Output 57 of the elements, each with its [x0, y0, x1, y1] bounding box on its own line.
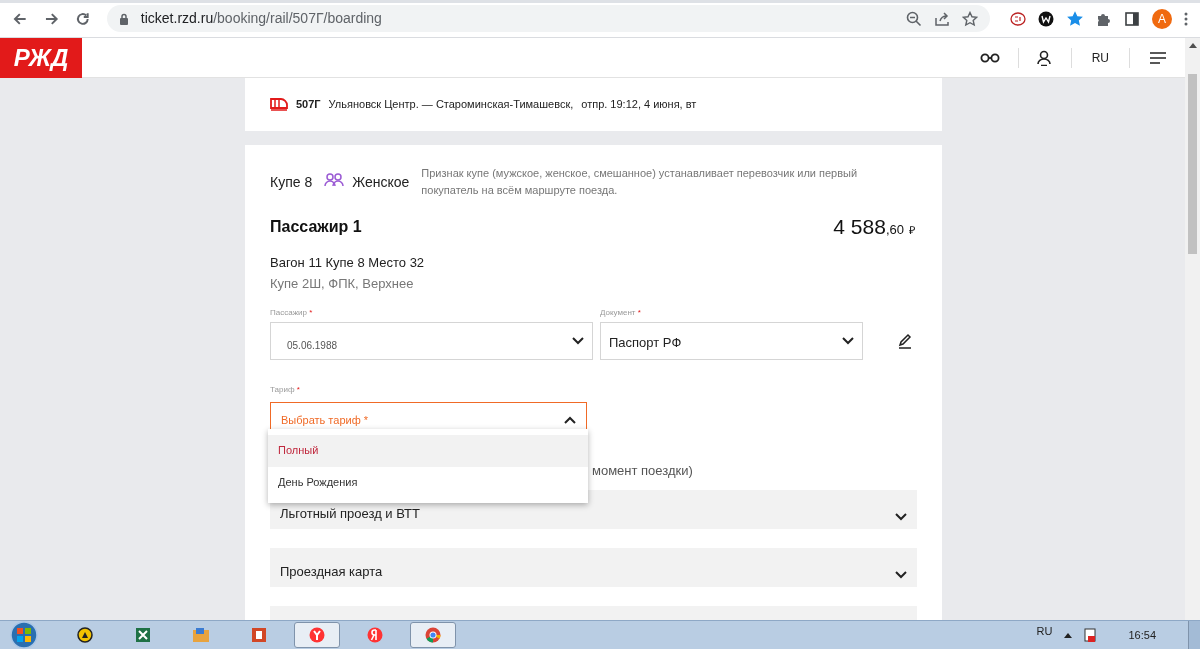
side-panel-icon[interactable]: [1124, 10, 1140, 27]
extension-icon[interactable]: [1010, 10, 1026, 27]
currency-sign: ₽: [909, 223, 915, 238]
departure-text: отпр. 19:12, 4 июня, вт: [581, 97, 697, 112]
tariff-placeholder: Выбрать тариф *: [281, 412, 369, 428]
address-bar[interactable]: ticket.rzd.ru/booking/rail/507Г/boarding: [106, 5, 990, 32]
menu-icon[interactable]: [1150, 51, 1166, 64]
field-label: Пассажир *: [270, 306, 314, 319]
seat-text: Вагон 11 Купе 8 Место 32: [270, 253, 426, 272]
logo[interactable]: РЖД: [0, 38, 82, 78]
more-icon[interactable]: [1184, 11, 1188, 26]
clock[interactable]: 16:54: [1128, 626, 1156, 644]
document-type: Паспорт РФ: [609, 333, 682, 352]
url-text: ticket.rzd.ru/booking/rail/507Г/boarding: [140, 9, 382, 28]
compartment-gender: Женское: [352, 173, 410, 192]
price-whole: 4 588: [833, 214, 886, 240]
train-number: 507Г: [296, 97, 321, 112]
scrollbar-thumb[interactable]: [1188, 74, 1197, 254]
star-icon[interactable]: [962, 10, 978, 27]
chevron-down-icon: [842, 336, 854, 345]
car-info-text: Купе 2Ш, ФПК, Верхнее: [270, 275, 415, 293]
select-field[interactable]: Паспорт РФ: [600, 321, 863, 360]
tray-arrow-icon[interactable]: [1064, 632, 1073, 638]
compartment-note: Признак купе (мужское, женское, смешанное) устанавливает перевозчик или первый покупатель на всём маршруте поезда.: [421, 166, 859, 198]
chevron-up-icon: [564, 416, 576, 424]
chevron-down-icon: [572, 336, 584, 345]
birth-date: 05.06.1988: [287, 338, 338, 353]
price-fraction: ,60: [885, 221, 904, 239]
tariff-option[interactable]: День Рождения: [268, 466, 588, 499]
lock-icon: [118, 12, 129, 25]
scrollbar[interactable]: [1185, 38, 1200, 620]
language-label[interactable]: RU: [1091, 48, 1109, 67]
chevron-down-icon: [895, 512, 907, 521]
edit-icon[interactable]: [897, 332, 913, 349]
glasses-icon[interactable]: [979, 52, 1000, 63]
checkbox-label: момент поездки): [592, 462, 693, 478]
tariff-option[interactable]: Полный: [268, 434, 588, 467]
reload-icon[interactable]: [75, 10, 91, 27]
train-icon: [270, 97, 288, 112]
field-label: Тариф *: [270, 384, 300, 394]
select-field[interactable]: 05.06.1988: [270, 321, 593, 360]
people-icon: [324, 173, 345, 187]
extension-icon[interactable]: [1038, 10, 1054, 27]
star-icon[interactable]: [1066, 9, 1084, 28]
language-indicator[interactable]: RU: [1036, 622, 1053, 640]
route-text: Ульяновск Центр. — Староминская-Тимашевск,: [328, 97, 574, 112]
forward-icon[interactable]: [43, 10, 60, 27]
user-icon[interactable]: [1036, 49, 1051, 66]
network-icon[interactable]: [1082, 627, 1099, 643]
scroll-up-icon[interactable]: [1188, 43, 1197, 48]
accordion-header[interactable]: Проездная карта: [270, 547, 917, 587]
passenger-title: Пассажир 1: [270, 216, 362, 237]
zoom-out-icon[interactable]: [906, 10, 922, 27]
share-icon[interactable]: [934, 10, 950, 27]
field-label: Документ *: [600, 306, 642, 319]
chevron-down-icon: [895, 570, 907, 579]
compartment-label: Купе 8: [270, 173, 313, 192]
